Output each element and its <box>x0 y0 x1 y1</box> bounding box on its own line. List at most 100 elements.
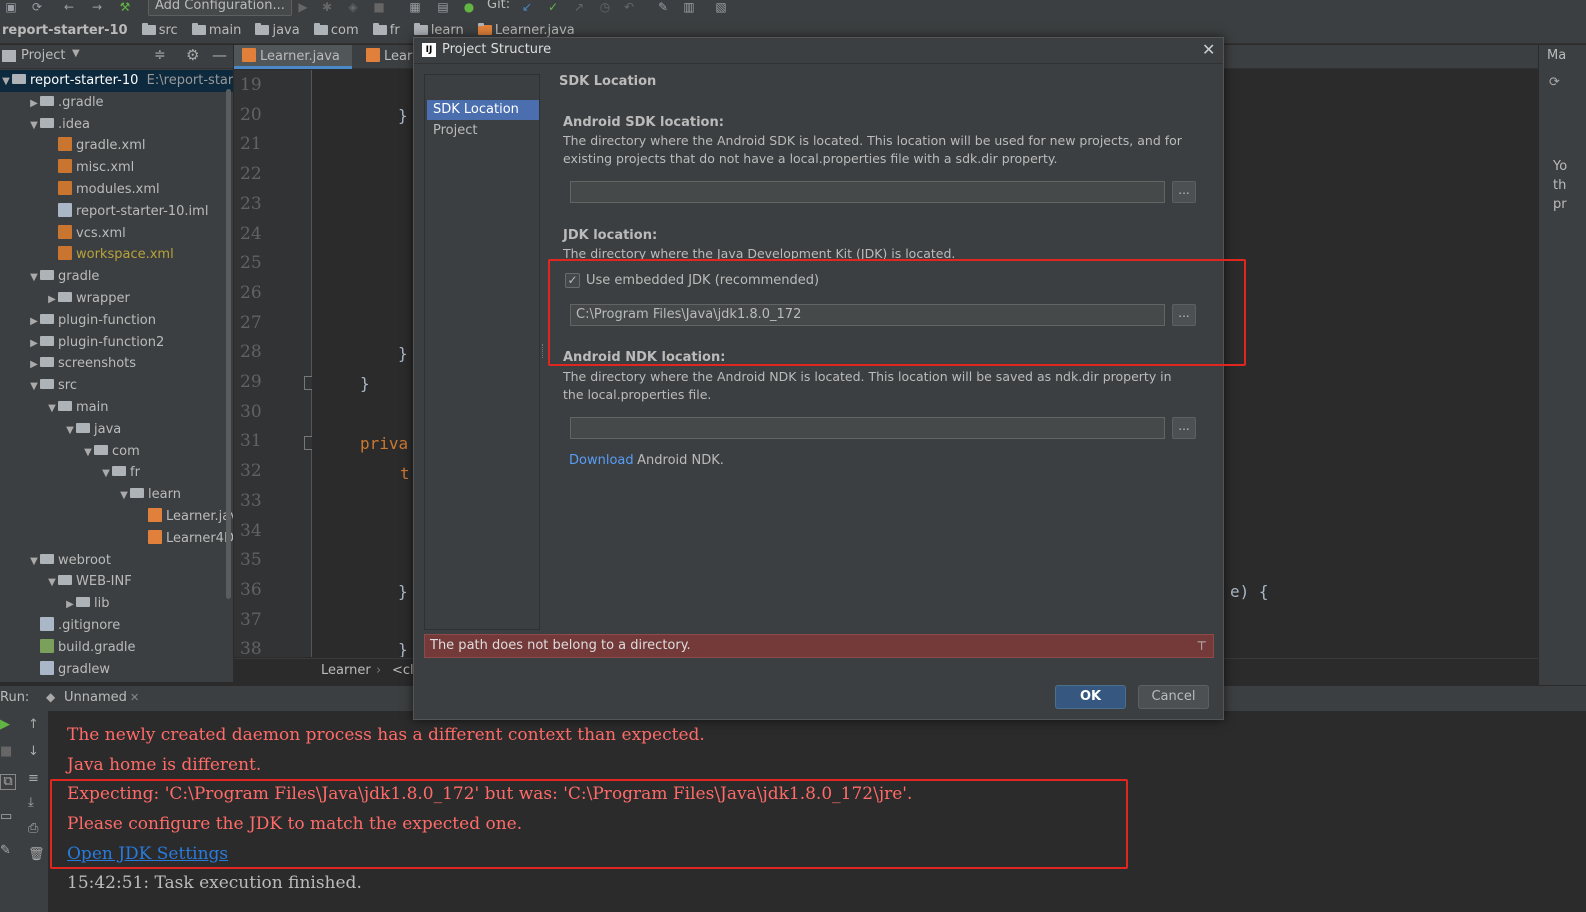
breadcrumb-com[interactable]: com <box>331 18 359 43</box>
sync-icon[interactable]: ⟳ <box>30 0 44 14</box>
expanded-arrow-icon[interactable]: ▼ <box>64 420 76 442</box>
expanded-arrow-icon[interactable]: ▼ <box>0 71 12 93</box>
project-view-title[interactable]: Project <box>21 48 65 63</box>
tree-item[interactable]: .gitignore <box>0 615 233 637</box>
stop-icon[interactable]: ■ <box>0 744 12 759</box>
embedded-jdk-checkbox[interactable]: ✓ <box>565 273 580 288</box>
build-project-icon[interactable]: ▦ <box>408 0 422 14</box>
tree-item[interactable]: ▼ java <box>0 419 233 441</box>
tab-learner-java[interactable]: Learner.java ✕ <box>234 45 352 87</box>
android-sdk-browse-button[interactable]: ... <box>1172 181 1196 203</box>
rerun-icon[interactable]: ▶ <box>0 717 10 732</box>
jdk-browse-button[interactable]: ... <box>1172 304 1196 326</box>
close-icon[interactable]: ✕ <box>1202 40 1215 59</box>
git-update-icon[interactable]: ↙ <box>520 0 534 14</box>
git-push-icon[interactable]: ↗ <box>572 0 586 14</box>
chevron-down-icon[interactable]: ▼ <box>72 48 80 59</box>
right-panel-tab[interactable]: Ma <box>1547 48 1566 63</box>
arrow-down-icon[interactable]: ↓ <box>28 744 39 759</box>
expanded-arrow-icon[interactable]: ▼ <box>28 267 40 289</box>
breadcrumb-main[interactable]: main <box>209 18 241 43</box>
collapsed-arrow-icon[interactable]: ▶ <box>64 594 76 616</box>
trash-icon[interactable]: 🗑 <box>28 847 45 862</box>
soft-wrap-icon[interactable]: ≡ <box>28 771 39 786</box>
collapsed-arrow-icon[interactable]: ▶ <box>28 354 40 376</box>
download-ndk-link[interactable]: Download <box>569 453 634 468</box>
coverage-icon[interactable]: ◈ <box>346 0 360 14</box>
debug-icon[interactable]: ✱ <box>320 0 334 14</box>
back-icon[interactable]: ← <box>62 0 76 14</box>
tree-item[interactable]: ▼ .idea <box>0 114 233 136</box>
tree-item[interactable]: ▼ fr <box>0 462 233 484</box>
tree-item[interactable]: ▼ WEB-INF <box>0 571 233 593</box>
tree-item[interactable]: gradle.xml <box>0 135 233 157</box>
expanded-arrow-icon[interactable]: ▼ <box>118 485 130 507</box>
tree-item[interactable]: workspace.xml <box>0 244 233 266</box>
tree-item[interactable]: ▶ plugin-function <box>0 310 233 332</box>
expanded-arrow-icon[interactable]: ▼ <box>28 376 40 398</box>
tree-item[interactable]: Learner4Deb <box>0 528 233 550</box>
tree-scrollbar[interactable] <box>226 89 231 599</box>
pin-icon[interactable]: ⊤ <box>1197 635 1207 657</box>
gear-icon[interactable]: ⚙ <box>186 46 199 64</box>
splitter-handle[interactable] <box>542 344 544 358</box>
build-hammer-icon[interactable]: ⚒ <box>118 0 132 14</box>
scroll-to-end-icon[interactable]: ⤓ <box>28 795 34 810</box>
git-commit-icon[interactable]: ✓ <box>546 0 560 14</box>
run-console[interactable]: The newly created daemon process has a d… <box>48 711 1586 912</box>
android-sdk-path-input[interactable] <box>570 181 1165 203</box>
tree-item[interactable]: ▼ gradle <box>0 266 233 288</box>
android-icon[interactable]: ● <box>462 0 476 14</box>
expanded-arrow-icon[interactable]: ▼ <box>46 572 58 594</box>
nav-project[interactable]: Project <box>427 121 539 141</box>
expanded-arrow-icon[interactable]: ▼ <box>82 442 94 464</box>
breadcrumb-project[interactable]: report-starter-10 <box>0 18 128 43</box>
tree-item[interactable]: ▼ main <box>0 397 233 419</box>
collapsed-arrow-icon[interactable]: ▶ <box>46 289 58 311</box>
tree-item[interactable]: ▼ learn <box>0 484 233 506</box>
android-ndk-path-input[interactable] <box>570 417 1165 439</box>
layout-icon[interactable]: ▧ <box>714 0 728 14</box>
collapsed-arrow-icon[interactable]: ▶ <box>28 333 40 355</box>
print-icon[interactable]: ⎙ <box>28 821 38 836</box>
tree-item[interactable]: ▼ com <box>0 441 233 463</box>
git-history-icon[interactable]: ◷ <box>598 0 612 14</box>
collapse-all-icon[interactable]: ≑ <box>154 47 166 63</box>
breadcrumb-class[interactable]: Learner <box>321 663 371 678</box>
expanded-arrow-icon[interactable]: ▼ <box>28 115 40 137</box>
tree-item[interactable]: vcs.xml <box>0 223 233 245</box>
tree-item[interactable]: ▶ plugin-function2 <box>0 332 233 354</box>
android-ndk-browse-button[interactable]: ... <box>1172 417 1196 439</box>
embedded-jdk-label[interactable]: Use embedded JDK (recommended) <box>586 273 819 288</box>
tree-item[interactable]: ▶ wrapper <box>0 288 233 310</box>
tree-item[interactable]: ▶ screenshots <box>0 353 233 375</box>
ok-button[interactable]: OK <box>1055 685 1126 709</box>
open-jdk-settings-link[interactable]: Open JDK Settings <box>67 844 228 864</box>
tree-item[interactable]: ▼ report-starter-10 E:\report-start <box>0 70 233 92</box>
settings-wrench-icon[interactable]: ✎ <box>656 0 670 14</box>
tree-item[interactable]: build.gradle <box>0 637 233 659</box>
tree-item[interactable]: Learner.java <box>0 506 233 528</box>
project-structure-icon[interactable]: ▥ <box>682 0 696 14</box>
tree-item[interactable]: ▼ src <box>0 375 233 397</box>
run-tab-unnamed[interactable]: Unnamed <box>64 690 127 705</box>
save-icon[interactable]: ▣ <box>4 0 18 14</box>
tree-item[interactable]: ▶ lib <box>0 593 233 615</box>
refresh-icon[interactable]: ⟳ <box>1549 75 1560 90</box>
close-icon[interactable]: ✕ <box>130 691 139 704</box>
tree-item[interactable]: gradlew <box>0 659 233 681</box>
cancel-button[interactable]: Cancel <box>1138 685 1209 709</box>
breadcrumb-java[interactable]: java <box>272 18 299 43</box>
git-revert-icon[interactable]: ↶ <box>622 0 636 14</box>
tree-item[interactable]: ▶ .gradle <box>0 92 233 114</box>
hide-panel-icon[interactable]: — <box>212 46 227 64</box>
nav-sdk-location[interactable]: SDK Location <box>427 100 539 120</box>
collapsed-arrow-icon[interactable]: ▶ <box>28 93 40 115</box>
breadcrumb-fr[interactable]: fr <box>390 18 400 43</box>
tree-item[interactable]: report-starter-10.iml <box>0 201 233 223</box>
stop-icon[interactable]: ■ <box>372 0 386 14</box>
tree-item[interactable]: ▼ webroot <box>0 550 233 572</box>
pin-icon[interactable]: ✎ <box>0 843 11 858</box>
restore-layout-icon[interactable]: ⧉ <box>0 774 16 790</box>
jdk-path-input[interactable]: C:\Program Files\Java\jdk1.8.0_172 <box>570 304 1165 326</box>
